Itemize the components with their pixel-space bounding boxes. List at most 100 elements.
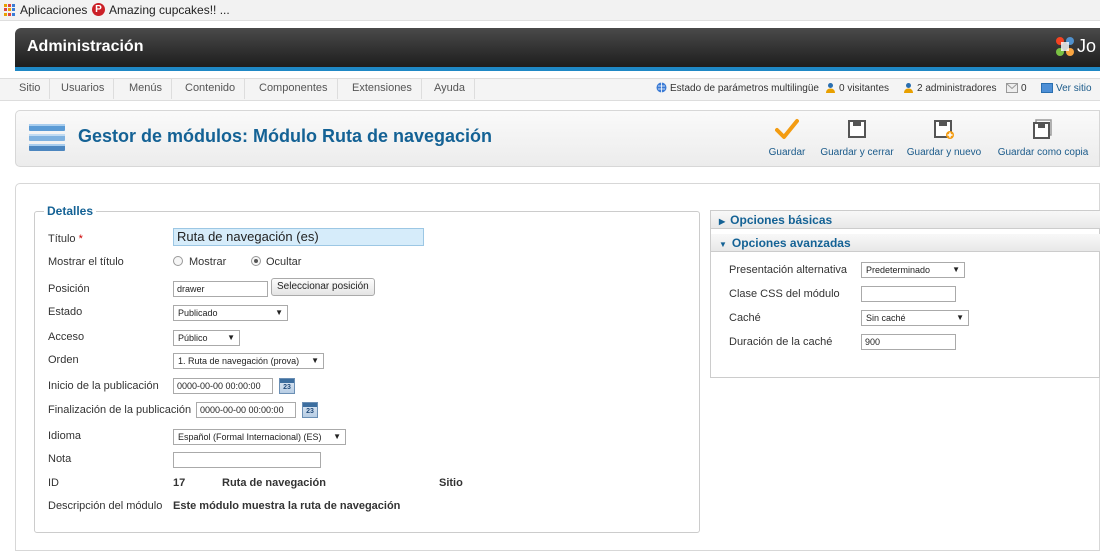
note-input[interactable] xyxy=(173,452,321,468)
basic-options-title: Opciones básicas xyxy=(730,213,833,227)
dropdown-arrow-icon: ▼ xyxy=(311,356,319,365)
cache-time-input[interactable]: 900 xyxy=(861,334,956,350)
multilang-label: Estado de parámetros multilingüe xyxy=(670,83,819,94)
show-title-radio-hide[interactable] xyxy=(251,256,261,266)
save-button[interactable]: Guardar xyxy=(766,118,808,158)
description-value: Este módulo muestra la ruta de navegació… xyxy=(173,500,401,512)
calendar-icon[interactable]: 23 xyxy=(302,402,318,418)
position-label: Posición xyxy=(48,283,90,295)
messages-status[interactable]: 0 xyxy=(1006,82,1027,96)
dropdown-arrow-icon: ▼ xyxy=(333,432,341,441)
title-label: Título * xyxy=(48,233,83,245)
access-select[interactable]: Público ▼ xyxy=(173,330,240,346)
page-title: Gestor de módulos: Módulo Ruta de navega… xyxy=(78,126,493,146)
show-title-label: Mostrar el título xyxy=(48,256,124,268)
save-copy-label: Guardar como copia xyxy=(997,147,1089,158)
joomla-logo-icon xyxy=(1056,37,1074,56)
floppy-icon xyxy=(848,120,866,138)
expanded-triangle-icon: ▼ xyxy=(719,240,727,249)
show-title-radio-show[interactable] xyxy=(173,256,183,266)
save-close-button[interactable]: Guardar y cerrar xyxy=(817,118,897,158)
menu-contenido[interactable]: Contenido xyxy=(176,78,246,99)
publish-up-label: Inicio de la publicación xyxy=(48,380,159,392)
position-input[interactable]: drawer xyxy=(173,281,268,297)
collapsed-triangle-icon: ▶ xyxy=(719,217,726,226)
layout-label: Presentación alternativa xyxy=(729,264,848,276)
bookmark-apps[interactable]: Aplicaciones xyxy=(20,3,87,17)
order-select[interactable]: 1. Ruta de navegación (prova) ▼ xyxy=(173,353,324,369)
floppy-copy-icon xyxy=(1033,119,1052,139)
id-value: 17 xyxy=(173,477,186,489)
admins-status[interactable]: 2 administradores xyxy=(903,82,996,96)
dropdown-arrow-icon: ▼ xyxy=(952,265,960,274)
bookmark-cupcakes[interactable]: Amazing cupcakes!! ... xyxy=(109,3,230,17)
publish-down-input[interactable]: 0000-00-00 00:00:00 xyxy=(196,402,296,418)
user-icon xyxy=(826,83,835,93)
menu-extensiones[interactable]: Extensiones xyxy=(343,78,422,99)
visitors-status[interactable]: 0 visitantes xyxy=(825,82,889,96)
order-label: Orden xyxy=(48,354,79,366)
cache-label: Caché xyxy=(729,312,761,324)
css-class-label: Clase CSS del módulo xyxy=(729,288,840,300)
admin-header xyxy=(15,28,1100,68)
multilang-status[interactable]: Estado de parámetros multilingüe xyxy=(656,82,819,96)
client-name: Sitio xyxy=(439,477,463,489)
floppy-plus-icon xyxy=(934,120,954,139)
state-value: Publicado xyxy=(178,308,218,318)
view-site-link[interactable]: Ver sitio xyxy=(1041,82,1092,96)
access-label: Acceso xyxy=(48,331,85,343)
show-option-label: Mostrar xyxy=(189,256,227,268)
language-value: Español (Formal Internacional) (ES) xyxy=(178,432,322,442)
joomla-brand: Jo xyxy=(1077,36,1097,56)
mail-icon xyxy=(1006,83,1018,93)
calendar-icon[interactable]: 23 xyxy=(279,378,295,394)
pinterest-icon: P xyxy=(92,3,105,16)
menu-usuarios[interactable]: Usuarios xyxy=(52,78,115,99)
admins-label: 2 administradores xyxy=(917,83,997,94)
apps-grid-icon[interactable] xyxy=(4,4,16,16)
state-label: Estado xyxy=(48,306,83,318)
dropdown-arrow-icon: ▼ xyxy=(227,333,235,342)
cache-select[interactable]: Sin caché ▼ xyxy=(861,310,969,326)
save-new-button[interactable]: Guardar y nuevo xyxy=(904,118,984,158)
screen-icon xyxy=(1041,83,1053,93)
checkmark-icon xyxy=(775,119,799,139)
id-label: ID xyxy=(48,477,59,489)
basic-options-header[interactable]: ▶ Opciones básicas xyxy=(711,211,1100,229)
globe-icon xyxy=(656,82,667,93)
layout-value: Predeterminado xyxy=(866,265,931,275)
layout-select[interactable]: Predeterminado ▼ xyxy=(861,262,965,278)
publish-down-label: Finalización de la publicación xyxy=(48,404,192,416)
menu-componentes[interactable]: Componentes xyxy=(250,78,338,99)
dropdown-arrow-icon: ▼ xyxy=(275,308,283,317)
access-value: Público xyxy=(178,333,208,343)
title-input[interactable]: Ruta de navegación (es) xyxy=(173,228,424,246)
hide-option-label: Ocultar xyxy=(266,256,302,268)
order-value: 1. Ruta de navegación (prova) xyxy=(178,356,300,366)
language-label: Idioma xyxy=(48,430,82,442)
details-legend: Detalles xyxy=(44,204,97,218)
messages-count: 0 xyxy=(1021,83,1027,94)
dropdown-arrow-icon: ▼ xyxy=(956,313,964,322)
language-select[interactable]: Español (Formal Internacional) (ES) ▼ xyxy=(173,429,346,445)
publish-up-input[interactable]: 0000-00-00 00:00:00 xyxy=(173,378,273,394)
advanced-options-header[interactable]: ▼ Opciones avanzadas xyxy=(711,234,1100,252)
state-select[interactable]: Publicado ▼ xyxy=(173,305,288,321)
save-new-label: Guardar y nuevo xyxy=(906,147,982,158)
visitors-label: 0 visitantes xyxy=(839,83,890,94)
menu-ayuda[interactable]: Ayuda xyxy=(425,78,475,99)
header-stripe xyxy=(15,67,1100,71)
cache-value: Sin caché xyxy=(866,313,906,323)
required-mark: * xyxy=(78,233,83,245)
view-site-label: Ver sitio xyxy=(1056,83,1092,94)
select-position-button[interactable]: Seleccionar posición xyxy=(271,278,375,296)
css-class-input[interactable] xyxy=(861,286,956,302)
module-name: Ruta de navegación xyxy=(222,477,326,489)
save-copy-button[interactable]: Guardar como copia xyxy=(992,118,1094,158)
save-close-label: Guardar y cerrar xyxy=(820,147,894,158)
admin-user-icon xyxy=(904,83,913,93)
details-fieldset xyxy=(34,211,700,533)
menu-menus[interactable]: Menús xyxy=(120,78,173,99)
menu-sitio[interactable]: Sitio xyxy=(10,78,51,99)
note-label: Nota xyxy=(48,453,72,465)
